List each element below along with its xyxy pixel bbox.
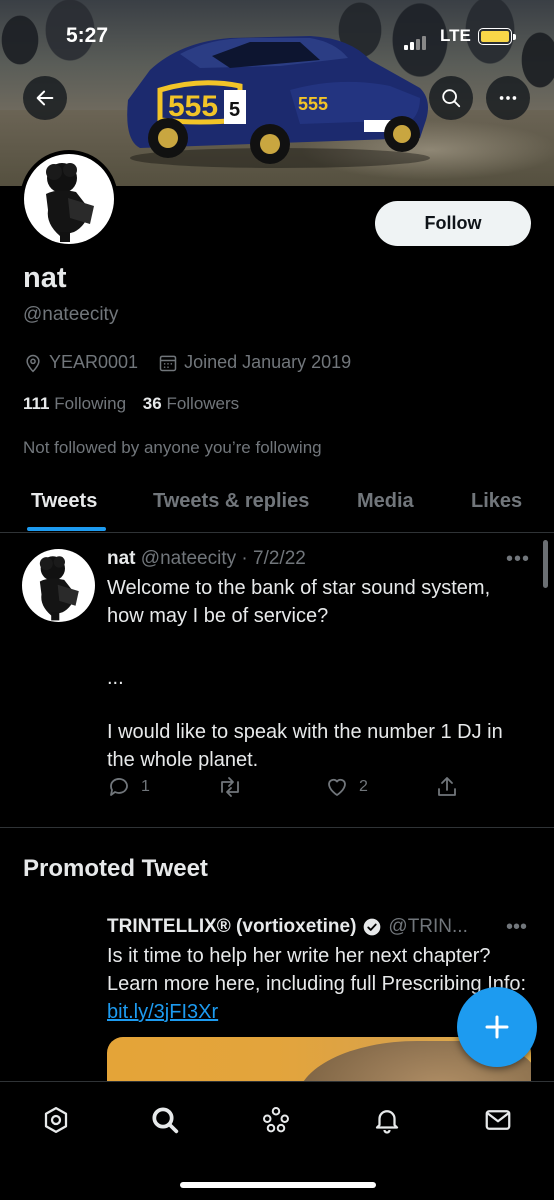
arrow-left-icon bbox=[36, 90, 54, 106]
followers-label: Followers bbox=[166, 394, 240, 413]
avatar-figure bbox=[46, 163, 94, 242]
reply-count: 1 bbox=[141, 778, 150, 795]
avatar-image bbox=[24, 154, 114, 244]
nav-spaces[interactable] bbox=[256, 1102, 296, 1138]
heart-icon bbox=[328, 778, 346, 796]
more-horizontal-icon bbox=[499, 96, 517, 100]
tweet-more-button[interactable]: ••• bbox=[506, 548, 530, 571]
search-icon bbox=[152, 1107, 179, 1134]
not-followed-note: Not followed by anyone you’re following bbox=[23, 438, 322, 457]
scrollbar[interactable] bbox=[543, 540, 548, 588]
messages-icon bbox=[485, 1110, 511, 1130]
tweet-handle[interactable]: @nateecity bbox=[141, 548, 236, 569]
svg-text:555: 555 bbox=[298, 94, 328, 114]
tab-tweets[interactable]: Tweets bbox=[31, 490, 97, 513]
profile-avatar[interactable] bbox=[20, 150, 118, 248]
status-time: 5:27 bbox=[66, 24, 109, 47]
tab-tweets-replies[interactable]: Tweets & replies bbox=[153, 490, 309, 513]
tab-media[interactable]: Media bbox=[357, 490, 414, 513]
following-label: Following bbox=[54, 394, 127, 413]
share-button[interactable] bbox=[435, 775, 459, 799]
following-link[interactable]: 111 Following bbox=[23, 394, 126, 413]
promoted-more-button[interactable]: ••• bbox=[506, 916, 527, 939]
compose-tweet-button[interactable] bbox=[457, 987, 537, 1067]
like-button[interactable]: 2 bbox=[325, 775, 368, 799]
promoted-header: TRINTELLIX® (vortioxetine) @TRIN... bbox=[107, 916, 468, 938]
tweet-avatar[interactable] bbox=[22, 549, 95, 622]
network-type: LTE bbox=[440, 26, 471, 45]
back-button[interactable] bbox=[23, 76, 67, 120]
followers-count: 36 bbox=[142, 394, 162, 413]
nav-messages[interactable] bbox=[478, 1102, 518, 1138]
profile-name: nat bbox=[23, 262, 67, 294]
share-icon bbox=[438, 777, 456, 796]
follow-button[interactable]: Follow bbox=[375, 201, 531, 246]
nav-search[interactable] bbox=[145, 1102, 185, 1138]
tab-likes[interactable]: Likes bbox=[471, 490, 522, 513]
verified-badge-icon bbox=[364, 918, 381, 936]
retweet-button[interactable] bbox=[217, 775, 243, 799]
promoted-author[interactable]: TRINTELLIX® (vortioxetine) bbox=[107, 916, 356, 938]
promoted-link[interactable]: bit.ly/3jFI3Xr bbox=[107, 1001, 218, 1023]
followers-link[interactable]: 36 Followers bbox=[143, 394, 239, 413]
location-icon bbox=[26, 354, 40, 372]
tweet-divider bbox=[0, 827, 554, 828]
plus-icon bbox=[485, 1015, 509, 1039]
more-button[interactable] bbox=[486, 76, 530, 120]
promoted-copy: Is it time to help her write her next ch… bbox=[107, 945, 527, 995]
profile-joined: Joined January 2019 bbox=[184, 352, 352, 372]
tweet-line-2: I would like to speak with the number 1 … bbox=[107, 721, 503, 771]
retweet-icon bbox=[221, 777, 239, 797]
profile-location: YEAR0001 bbox=[49, 352, 139, 372]
search-icon bbox=[442, 89, 461, 108]
avatar-figure bbox=[39, 556, 79, 621]
nav-home[interactable] bbox=[36, 1102, 76, 1138]
signal-icon bbox=[404, 32, 428, 50]
nav-notifications[interactable] bbox=[367, 1102, 407, 1138]
status-bar: 5:27 LTE bbox=[0, 22, 554, 52]
active-tab-indicator bbox=[27, 527, 106, 531]
tweet-text: Welcome to the bank of star sound system… bbox=[107, 574, 532, 774]
tweet-line-1: Welcome to the bank of star sound system… bbox=[107, 577, 491, 627]
notifications-icon bbox=[375, 1110, 399, 1134]
battery-icon bbox=[478, 28, 516, 45]
calendar-icon bbox=[159, 355, 177, 371]
tweet-date[interactable]: · 7/2/22 bbox=[241, 548, 305, 569]
home-indicator[interactable] bbox=[180, 1182, 376, 1188]
promoted-handle[interactable]: @TRIN... bbox=[388, 916, 467, 938]
profile-handle: @nateecity bbox=[23, 304, 119, 325]
tweet-actions: 1 2 bbox=[107, 775, 467, 803]
reply-button[interactable]: 1 bbox=[107, 775, 150, 799]
spaces-icon bbox=[263, 1107, 289, 1133]
svg-text:555: 555 bbox=[168, 90, 218, 123]
profile-meta: YEAR0001 Joined January 2019 bbox=[23, 352, 351, 373]
tweet-header: nat @nateecity · 7/2/22 bbox=[107, 548, 306, 570]
tweet-ellipsis: ... bbox=[107, 667, 124, 689]
reply-icon bbox=[110, 778, 128, 796]
profile-tabs: Tweets Tweets & replies Media Likes bbox=[0, 476, 554, 533]
following-count: 111 bbox=[23, 394, 50, 413]
promoted-section-title: Promoted Tweet bbox=[23, 855, 208, 882]
svg-text:5: 5 bbox=[229, 99, 240, 121]
follow-counts: 111 Following 36 Followers bbox=[23, 394, 239, 414]
like-count: 2 bbox=[359, 778, 368, 795]
home-icon bbox=[44, 1107, 68, 1133]
search-button[interactable] bbox=[429, 76, 473, 120]
tweet-author[interactable]: nat bbox=[107, 548, 136, 569]
